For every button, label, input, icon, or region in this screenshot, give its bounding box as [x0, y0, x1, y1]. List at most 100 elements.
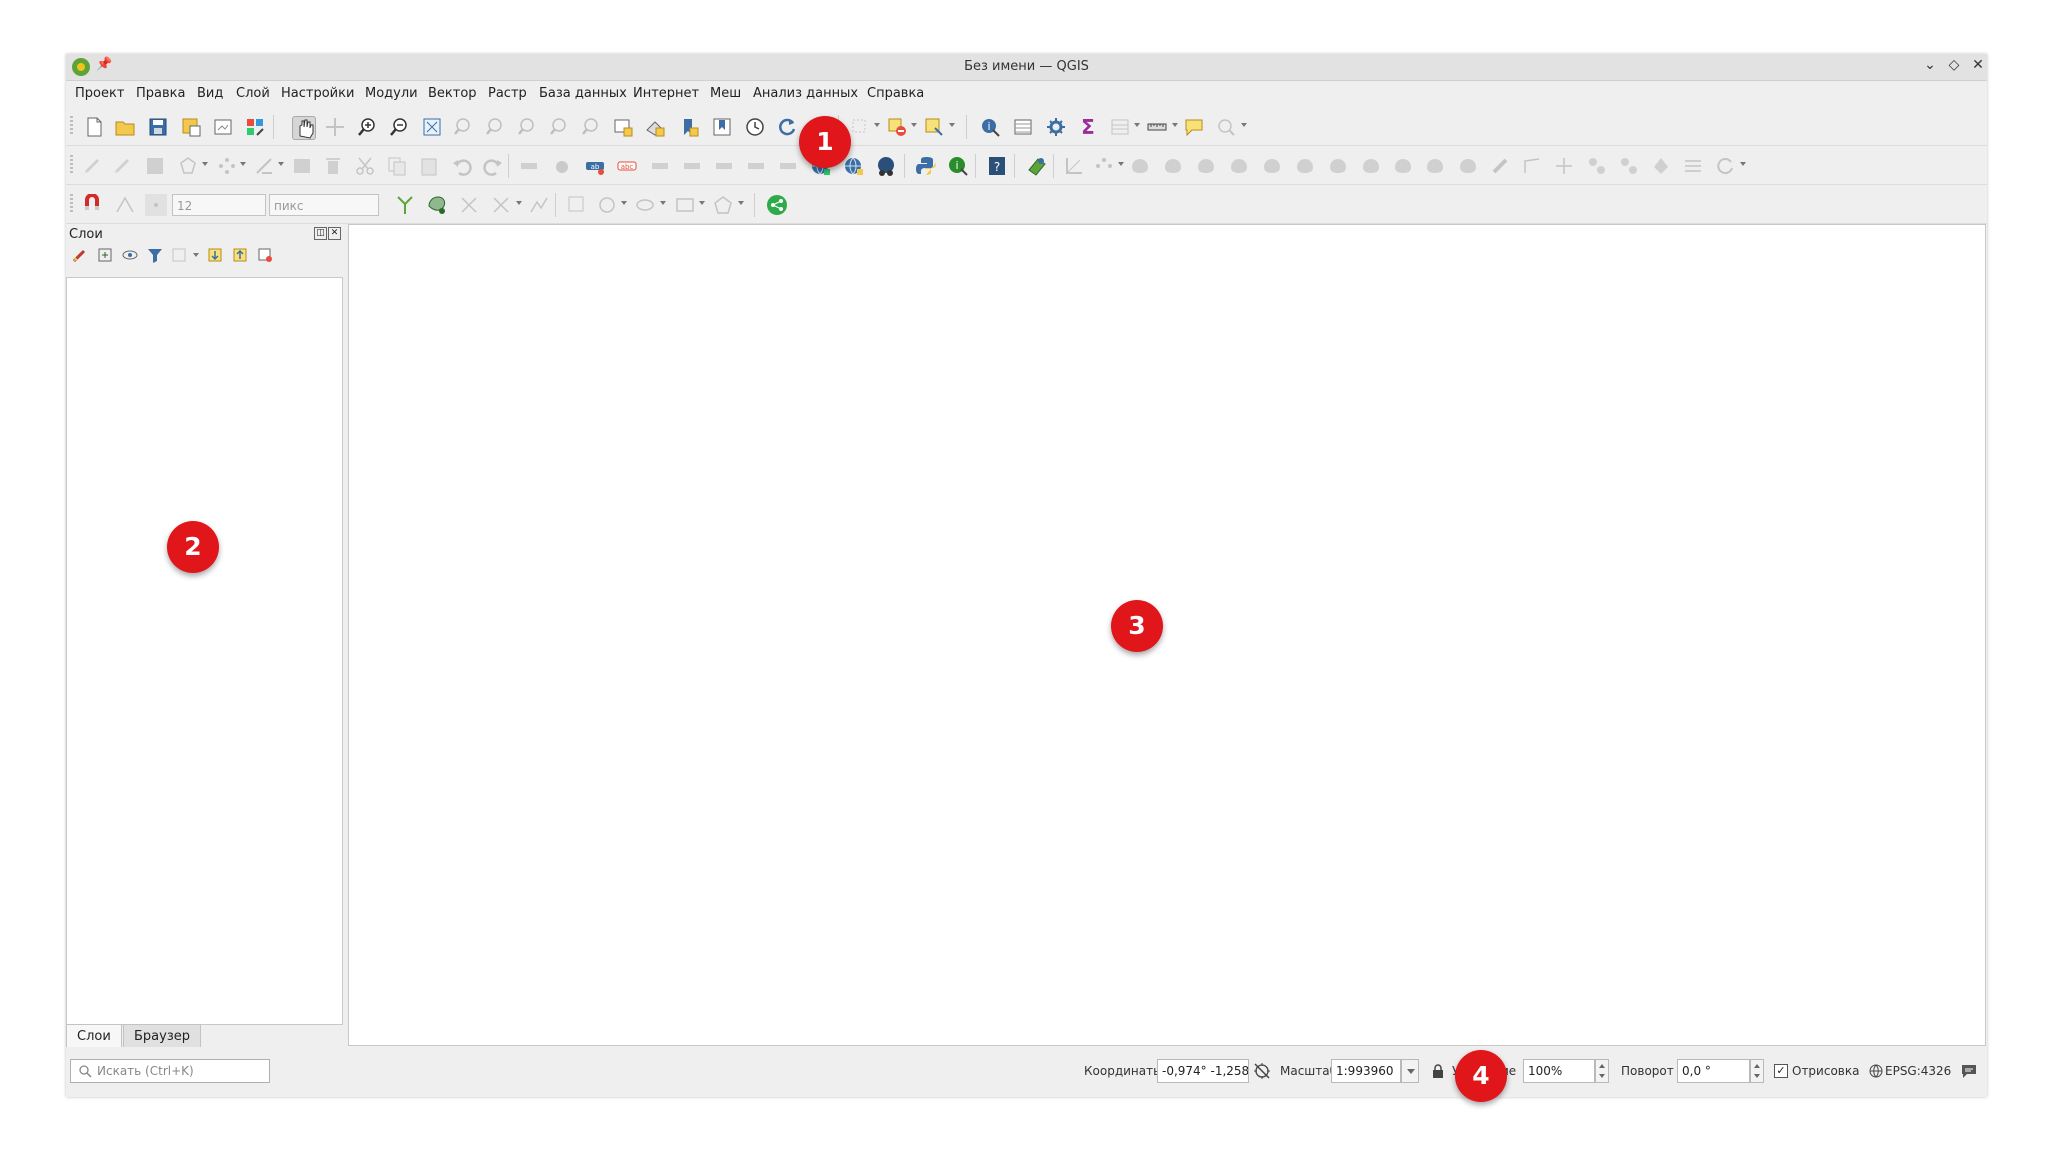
plugin-info-icon[interactable]: i	[947, 155, 969, 177]
chevron-down-icon[interactable]	[1241, 123, 1247, 127]
fill-ring-icon[interactable]	[1195, 155, 1217, 177]
chevron-down-icon[interactable]	[240, 162, 246, 166]
label-abc-icon[interactable]: abc	[616, 155, 638, 177]
toolbar-handle[interactable]	[70, 155, 73, 175]
statistics-sigma-icon[interactable]: Σ	[1077, 116, 1099, 138]
shape-polygon-icon[interactable]	[712, 194, 734, 216]
menu-layer[interactable]: Слой	[236, 86, 270, 101]
reverse-line-icon[interactable]	[1360, 155, 1382, 177]
lock-scale-icon[interactable]	[1430, 1063, 1446, 1079]
toolbar-handle[interactable]	[70, 116, 73, 136]
chevron-down-icon[interactable]	[193, 253, 199, 257]
zoom-to-selection-icon[interactable]	[452, 116, 474, 138]
save-project-icon[interactable]	[147, 116, 169, 138]
add-group-icon[interactable]	[96, 246, 114, 264]
edit-table-icon[interactable]	[291, 155, 313, 177]
render-checkbox[interactable]: ✓	[1774, 1064, 1788, 1078]
select-features-icon[interactable]	[849, 116, 871, 138]
shape-rectangle-icon[interactable]	[674, 194, 696, 216]
menu-raster[interactable]: Растр	[488, 86, 527, 101]
label-pin-icon[interactable]	[550, 155, 572, 177]
select-feature-icon[interactable]	[566, 194, 588, 216]
manage-visibility-icon[interactable]	[121, 246, 139, 264]
crs-button[interactable]: EPSG:4326	[1885, 1064, 1951, 1078]
chevron-down-icon[interactable]	[911, 123, 917, 127]
close-panel-icon[interactable]: ✕	[328, 227, 341, 240]
refresh-icon[interactable]	[776, 116, 798, 138]
share-icon[interactable]	[766, 194, 788, 216]
chevron-down-icon[interactable]	[516, 201, 522, 205]
modify-attributes-icon[interactable]	[254, 155, 276, 177]
menu-help[interactable]: Справка	[867, 86, 924, 101]
delete-part-icon[interactable]	[1261, 155, 1283, 177]
print-layout-icon[interactable]	[212, 116, 234, 138]
close-button[interactable]: ✕	[1969, 57, 1987, 73]
snap-units-select[interactable]: пикс	[269, 194, 379, 216]
rotation-field[interactable]: 0,0 °	[1677, 1059, 1750, 1083]
chevron-down-icon[interactable]	[874, 123, 880, 127]
help-question-icon[interactable]: ?	[986, 155, 1008, 177]
layer-styling-icon[interactable]	[71, 246, 89, 264]
chevron-down-icon[interactable]	[738, 201, 744, 205]
chevron-down-icon[interactable]	[660, 201, 666, 205]
attribute-table-icon[interactable]	[1012, 116, 1034, 138]
zoom-native-icon[interactable]	[516, 116, 538, 138]
rotate-features-icon[interactable]	[1714, 155, 1736, 177]
chevron-down-icon[interactable]	[1740, 162, 1746, 166]
toggle-extents-icon[interactable]	[1252, 1061, 1272, 1081]
new-map-view-icon[interactable]	[612, 116, 634, 138]
shape-ellipse-icon[interactable]	[634, 194, 656, 216]
magnet-icon[interactable]	[81, 194, 103, 216]
menu-plugins[interactable]: Модули	[365, 86, 418, 101]
menu-mesh[interactable]: Меш	[710, 86, 741, 101]
self-snapping-icon[interactable]	[458, 194, 480, 216]
snap-tolerance-field[interactable]: 12	[172, 194, 266, 216]
measure-line-icon[interactable]	[1146, 116, 1168, 138]
delete-selected-icon[interactable]	[322, 155, 344, 177]
add-wcs-layer-icon[interactable]	[875, 155, 897, 177]
menu-project[interactable]: Проект	[75, 86, 124, 101]
zoom-in-icon[interactable]	[356, 116, 378, 138]
new-3d-map-view-icon[interactable]	[644, 116, 666, 138]
label-tool-icon[interactable]	[518, 155, 540, 177]
zoom-out-icon[interactable]	[388, 116, 410, 138]
add-part-icon[interactable]	[1162, 155, 1184, 177]
show-bookmarks-icon[interactable]	[711, 116, 733, 138]
python-console-icon[interactable]	[915, 155, 937, 177]
identify-features-icon[interactable]: i	[979, 116, 1001, 138]
pan-to-selection-icon[interactable]	[324, 116, 346, 138]
snap-intersection-icon[interactable]	[426, 194, 448, 216]
toolbar-handle[interactable]	[70, 194, 73, 214]
chevron-down-icon[interactable]	[1172, 123, 1178, 127]
menu-processing[interactable]: Анализ данных	[753, 86, 858, 101]
offset-symbols-icon[interactable]	[1553, 155, 1575, 177]
zoom-full-icon[interactable]	[421, 116, 443, 138]
split-parts-icon[interactable]	[1424, 155, 1446, 177]
menu-database[interactable]: База данных	[539, 86, 627, 101]
merge-features-icon[interactable]	[1457, 155, 1479, 177]
rotation-stepper[interactable]	[1750, 1059, 1764, 1083]
label-show-hide-icon[interactable]	[745, 155, 767, 177]
menu-view[interactable]: Вид	[197, 86, 223, 101]
scale-dropdown-icon[interactable]	[1401, 1059, 1419, 1083]
redo-icon[interactable]	[482, 155, 504, 177]
style-manager-icon[interactable]	[244, 116, 266, 138]
collapse-all-icon[interactable]	[231, 246, 249, 264]
vertex-tool-icon[interactable]	[216, 155, 238, 177]
table-view-icon[interactable]	[1109, 116, 1131, 138]
filter-expression-icon[interactable]	[170, 246, 188, 264]
deselect-features-icon[interactable]	[886, 116, 908, 138]
save-edits-icon[interactable]	[144, 155, 166, 177]
shape-digitizing-icon[interactable]	[1093, 155, 1115, 177]
open-project-icon[interactable]	[114, 116, 136, 138]
remove-layer-icon[interactable]	[256, 246, 274, 264]
map-canvas[interactable]	[348, 224, 1986, 1046]
label-move-icon[interactable]	[649, 155, 671, 177]
layers-list[interactable]	[66, 277, 343, 1025]
toggle-editing-icon[interactable]	[81, 155, 103, 177]
tweak-tool-icon[interactable]	[1586, 155, 1608, 177]
magnifier-stepper[interactable]	[1595, 1059, 1609, 1083]
label-change-icon[interactable]	[713, 155, 735, 177]
messages-icon[interactable]	[1960, 1062, 1978, 1080]
snap-cross-icon[interactable]	[490, 194, 512, 216]
